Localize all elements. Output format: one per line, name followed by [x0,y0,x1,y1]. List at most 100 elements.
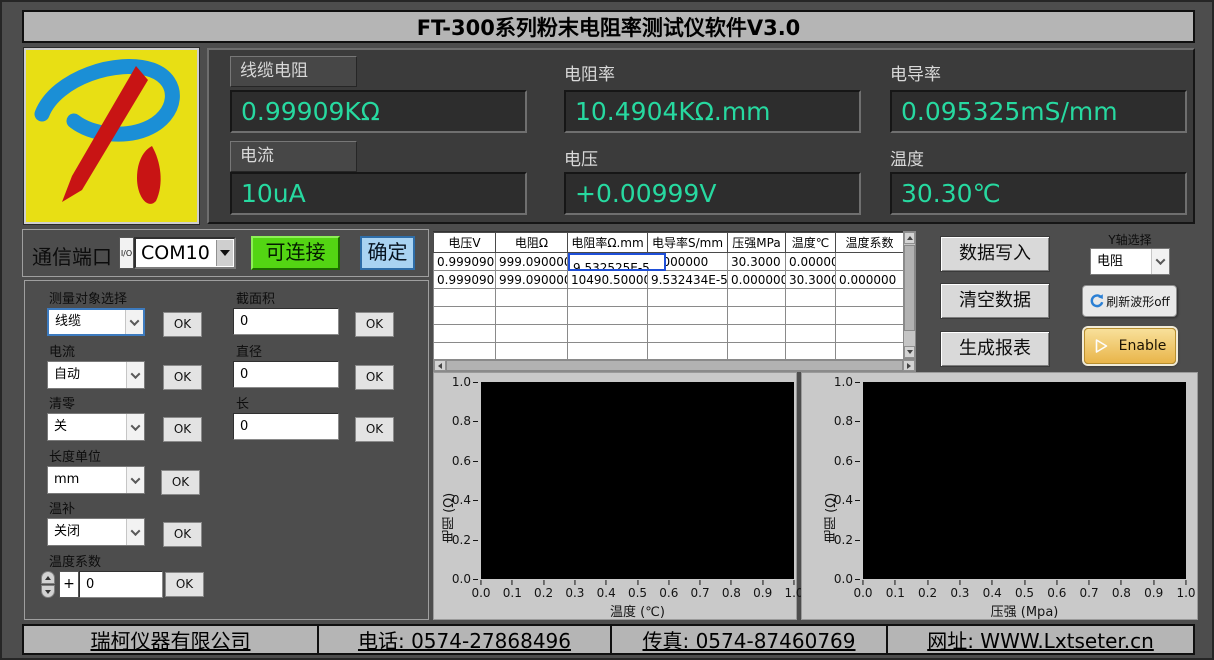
table-header-cell[interactable]: 电阻率Ω.mm [568,233,648,253]
table-cell[interactable] [648,325,728,343]
table-cell[interactable]: 0.999090 [434,271,496,289]
table-cell[interactable] [496,307,568,325]
clear-data-button[interactable]: 清空数据 [940,283,1050,319]
table-row[interactable] [434,307,904,325]
table-cell[interactable] [728,343,786,360]
length-ok-button[interactable]: OK [355,417,394,442]
table-cell[interactable] [786,343,836,360]
spinner-up-icon[interactable] [41,571,55,584]
diameter-ok-button[interactable]: OK [355,365,394,390]
measure-object-select[interactable]: 线缆 [47,308,145,336]
table-cell[interactable]: 0.000000 [836,271,904,289]
temp-comp-select[interactable]: 关闭 [47,518,145,546]
table-cell[interactable] [568,289,648,307]
table-row[interactable]: 0.999090999.09000010490.4000009.532525E-… [434,253,904,271]
table-cell[interactable] [786,325,836,343]
table-cell[interactable] [568,343,648,360]
scrollbar-thumb[interactable] [446,360,903,371]
table-cell[interactable]: 9.532525E-5 [568,253,666,271]
temp-coeff-input[interactable] [79,571,163,598]
zero-clear-ok-button[interactable]: OK [163,417,202,442]
table-row[interactable] [434,289,904,307]
table-cell[interactable]: 30.3000 [786,271,836,289]
table-cell[interactable] [728,289,786,307]
length-input[interactable] [233,413,339,440]
chevron-down-icon[interactable] [126,467,144,493]
table-cell[interactable] [568,307,648,325]
temp-coeff-ok-button[interactable]: OK [165,572,204,597]
table-cell[interactable] [728,307,786,325]
table-cell[interactable] [836,325,904,343]
table-cell[interactable] [648,343,728,360]
chevron-down-icon[interactable] [126,414,144,440]
table-cell[interactable] [496,343,568,360]
table-cell[interactable] [648,289,728,307]
chevron-down-icon[interactable] [126,519,144,545]
table-cell[interactable] [728,325,786,343]
table-header-cell[interactable]: 温度系数 [836,233,904,253]
confirm-button[interactable]: 确定 [360,236,415,270]
table-cell[interactable]: 0.000000 [728,271,786,289]
current-mode-ok-button[interactable]: OK [163,365,202,390]
current-mode-select[interactable]: 自动 [47,361,145,389]
chevron-down-icon[interactable] [125,310,143,334]
plot-area[interactable] [481,382,794,579]
table-cell[interactable]: 30.3000 [728,253,786,271]
table-header-cell[interactable]: 温度℃ [786,233,836,253]
table-cell[interactable] [568,325,648,343]
diameter-input[interactable] [233,361,339,388]
table-cell[interactable] [434,325,496,343]
y-axis-select[interactable]: 电阻 [1090,248,1170,275]
table-header-cell[interactable]: 压强MPa [728,233,786,253]
table-header-cell[interactable]: 电阻Ω [496,233,568,253]
table-header-cell[interactable]: 电压V [434,233,496,253]
table-cell[interactable]: 10490.500000 [568,271,648,289]
table-cell[interactable] [434,343,496,360]
connect-status-button[interactable]: 可连接 [251,236,340,270]
table-cell[interactable] [496,289,568,307]
comm-port-select[interactable]: COM10 [134,237,236,269]
spinner-down-icon[interactable] [41,585,55,598]
table-vertical-scrollbar[interactable] [903,231,916,359]
measure-object-ok-button[interactable]: OK [163,312,202,337]
table-cell[interactable] [434,289,496,307]
dropdown-arrow-icon[interactable] [216,240,233,266]
scroll-right-icon[interactable] [903,360,915,371]
table-cell[interactable] [836,343,904,360]
scroll-left-icon[interactable] [434,360,446,371]
table-header-cell[interactable]: 电导率S/mm [648,233,728,253]
table-cell[interactable]: 999.090000 [496,271,568,289]
chevron-down-icon[interactable] [126,362,144,388]
table-cell[interactable] [648,307,728,325]
zero-clear-select[interactable]: 关 [47,413,145,441]
table-cell[interactable] [836,289,904,307]
refresh-waveform-button[interactable]: 刷新波形off [1082,285,1177,317]
temp-coeff-spinner[interactable] [41,571,55,598]
length-unit-select[interactable]: mm [47,466,145,494]
length-unit-ok-button[interactable]: OK [161,470,200,495]
table-row[interactable]: 0.999090999.09000010490.5000009.532434E-… [434,271,904,289]
cross-section-ok-button[interactable]: OK [355,312,394,337]
table-cell[interactable]: 999.090000 [496,253,568,271]
scroll-up-icon[interactable] [904,232,915,244]
cross-section-input[interactable] [233,308,339,335]
plot-area[interactable] [863,382,1186,579]
table-cell[interactable]: 0.000000 [786,253,836,271]
temp-comp-ok-button[interactable]: OK [163,522,202,547]
generate-report-button[interactable]: 生成报表 [940,331,1050,367]
table-row[interactable] [434,343,904,360]
table-cell[interactable] [434,307,496,325]
table-cell[interactable] [786,289,836,307]
table-cell[interactable]: 9.532434E-5 [648,271,728,289]
table-cell[interactable]: 0.999090 [434,253,496,271]
table-cell[interactable] [496,325,568,343]
chevron-down-icon[interactable] [1151,249,1169,274]
table-cell[interactable] [786,307,836,325]
table-row[interactable] [434,325,904,343]
enable-button[interactable]: Enable [1084,328,1176,364]
scrollbar-thumb[interactable] [904,245,915,331]
table-cell[interactable] [836,307,904,325]
table-horizontal-scrollbar[interactable] [433,359,916,372]
write-data-button[interactable]: 数据写入 [940,236,1050,272]
scroll-down-icon[interactable] [904,346,915,358]
